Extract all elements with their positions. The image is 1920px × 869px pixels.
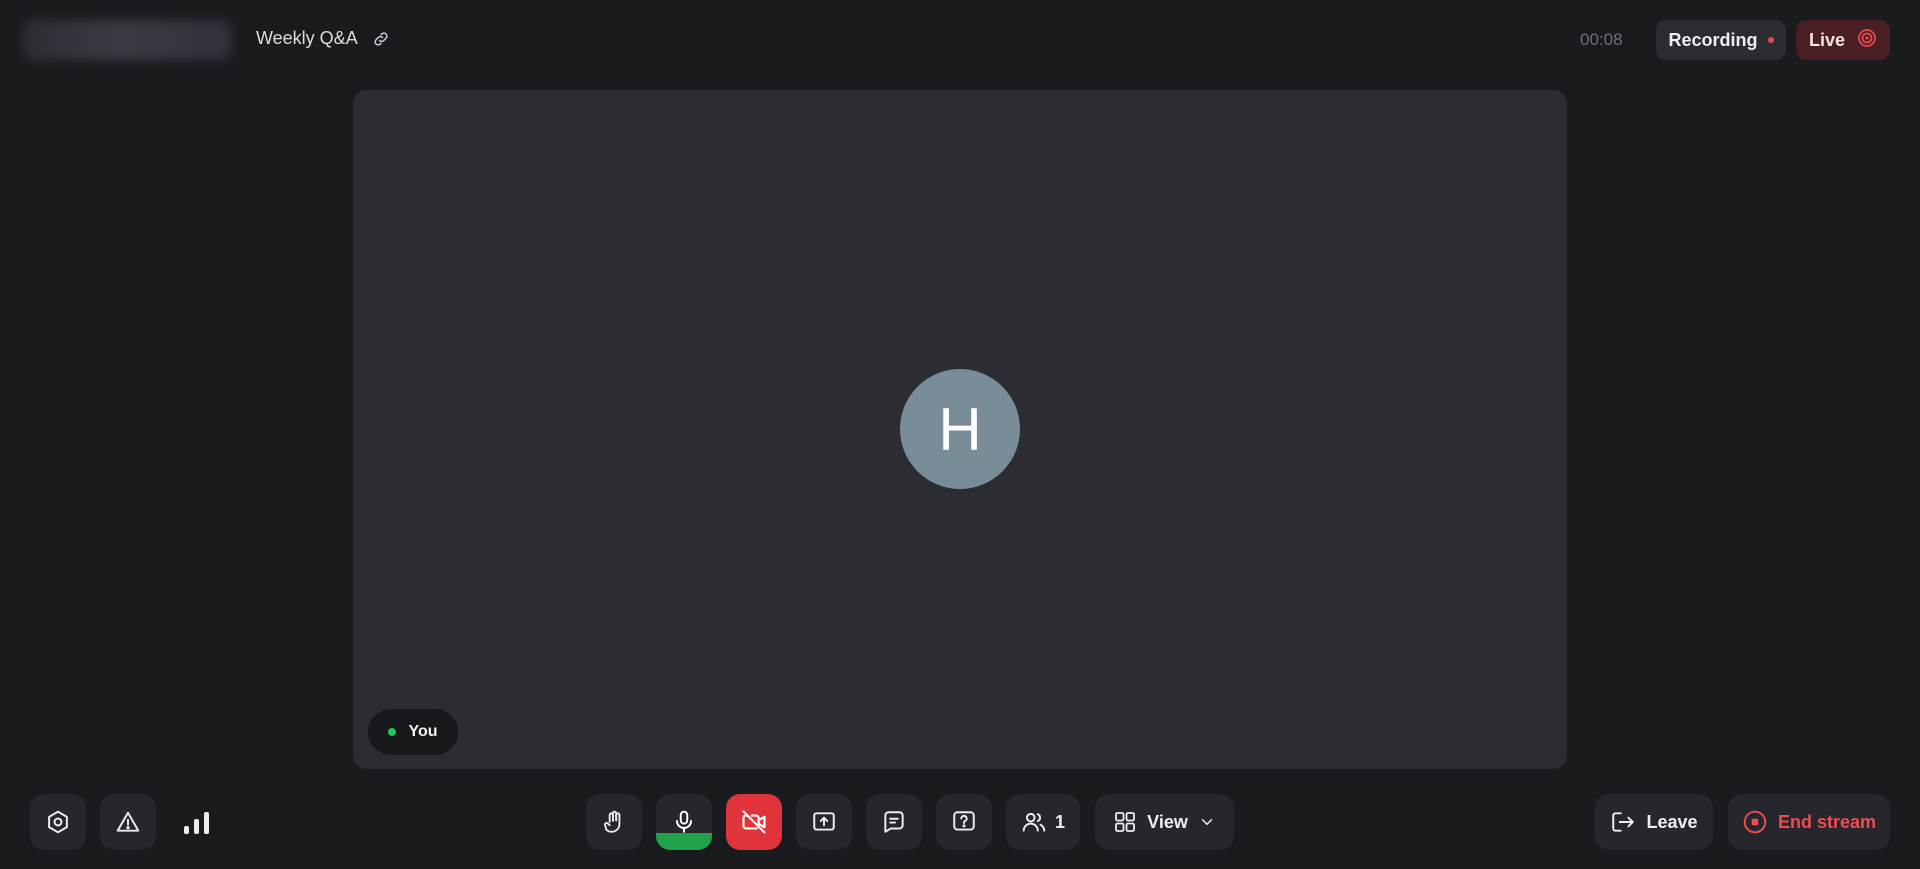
mic-level-indicator (656, 833, 712, 850)
view-dropdown[interactable]: View (1095, 794, 1234, 850)
participant-name-tag: You (368, 709, 458, 755)
report-issue-button[interactable] (100, 794, 156, 850)
warning-triangle-icon (115, 809, 141, 835)
view-label: View (1147, 811, 1188, 832)
share-screen-button[interactable] (796, 794, 852, 850)
hexagon-settings-icon (45, 809, 71, 835)
camera-off-icon (740, 808, 768, 836)
exit-icon (1610, 809, 1636, 835)
questions-button[interactable] (936, 794, 992, 850)
participants-count: 1 (1054, 811, 1065, 832)
hand-icon (601, 809, 627, 835)
end-stream-label: End stream (1777, 811, 1877, 832)
avatar: H (900, 369, 1020, 489)
people-icon (1021, 809, 1047, 835)
end-stream-button[interactable]: End stream (1728, 794, 1890, 850)
recording-button[interactable]: Recording (1656, 20, 1786, 60)
leave-button[interactable]: Leave (1595, 794, 1713, 850)
top-bar: Weekly Q&A 00:08 Recording Live (0, 0, 1920, 80)
chevron-down-icon (1198, 813, 1216, 831)
recording-dot-icon (1767, 37, 1774, 43)
meeting-title-text: Weekly Q&A (256, 28, 358, 48)
participants-button[interactable]: 1 (1006, 794, 1080, 850)
meeting-title: Weekly Q&A (256, 28, 390, 49)
chat-button[interactable] (866, 794, 922, 850)
copy-link-icon[interactable] (372, 30, 390, 48)
leave-label: Leave (1646, 811, 1698, 832)
broadcast-icon (1857, 28, 1877, 53)
live-label: Live (1808, 29, 1846, 50)
elapsed-timer: 00:08 (1580, 30, 1623, 49)
live-button[interactable]: Live (1796, 20, 1890, 60)
video-tile: H You (353, 90, 1567, 769)
microphone-button[interactable] (656, 794, 712, 850)
microphone-icon (671, 809, 697, 835)
blurred-logo (22, 20, 232, 60)
participant-name: You (408, 723, 438, 740)
stop-circle-icon (1742, 809, 1768, 835)
settings-button[interactable] (30, 794, 86, 850)
signal-bars-icon[interactable] (184, 810, 212, 834)
screen-share-icon (811, 809, 837, 835)
online-status-icon (388, 728, 397, 736)
chat-icon (881, 809, 907, 835)
question-icon (951, 809, 977, 835)
grid-icon (1113, 810, 1137, 834)
camera-button[interactable] (726, 794, 782, 850)
raise-hand-button[interactable] (586, 794, 642, 850)
recording-label: Recording (1668, 29, 1758, 50)
